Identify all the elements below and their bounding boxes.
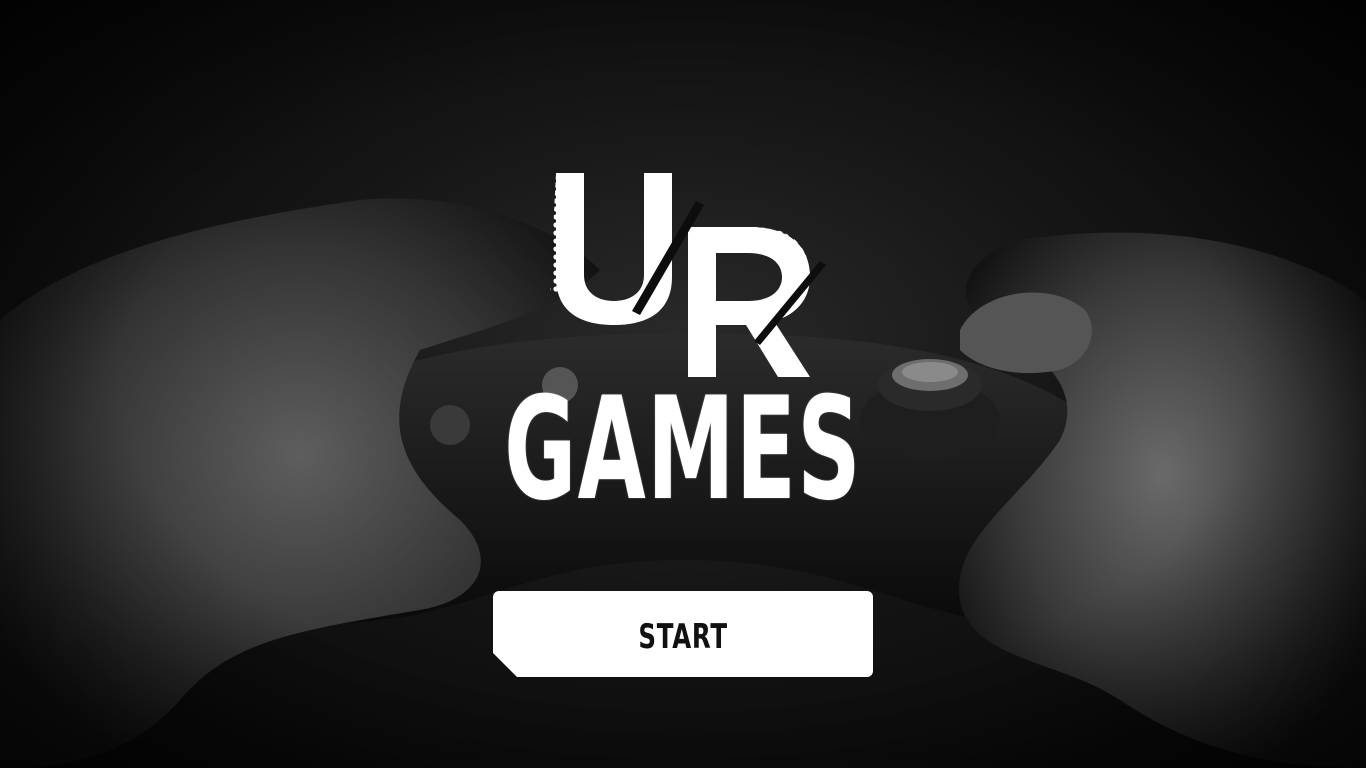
title-screen: GAMES START xyxy=(0,0,1366,768)
start-button[interactable]: START xyxy=(493,591,873,677)
start-button-label: START xyxy=(638,617,728,657)
games-wordmark: GAMES xyxy=(504,367,862,532)
ur-monogram-logo xyxy=(550,173,826,377)
